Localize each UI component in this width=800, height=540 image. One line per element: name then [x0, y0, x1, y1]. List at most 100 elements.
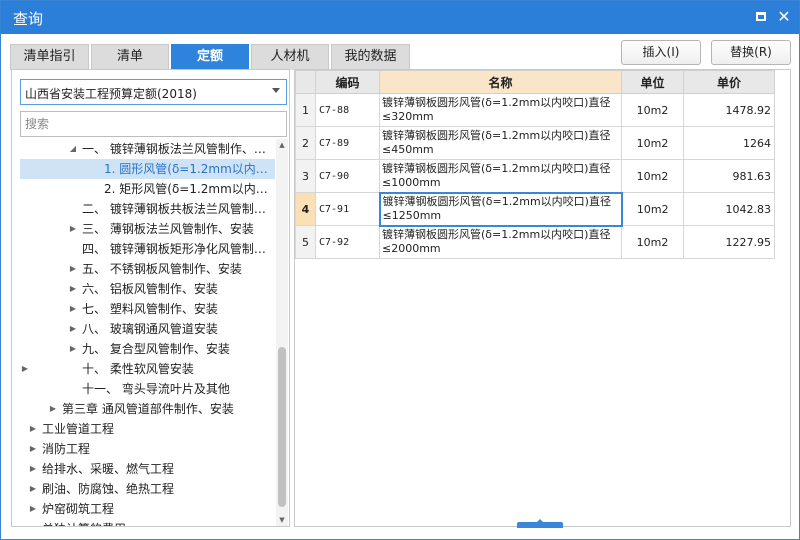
- expand-arrow-icon[interactable]: ▶: [28, 419, 38, 439]
- price-cell[interactable]: 1478.92: [683, 93, 775, 127]
- unit-column-header[interactable]: 单位: [621, 70, 684, 94]
- row-number-cell[interactable]: 1: [295, 93, 316, 127]
- price-cell[interactable]: 1227.95: [683, 225, 775, 259]
- table-row[interactable]: 2 C7-89 镀锌薄钢板圆形风管(δ=1.2mm以内咬口)直径≤450mm 10m2…: [295, 126, 775, 160]
- tree-item[interactable]: ▶ 九、 复合型风管制作、安装: [20, 339, 275, 359]
- tree-item[interactable]: 四、 镀锌薄钢板矩形净化风管制…: [20, 239, 275, 259]
- name-column-header[interactable]: 名称: [379, 70, 622, 94]
- row-number-cell[interactable]: 2: [295, 126, 316, 160]
- maximize-button[interactable]: [753, 9, 769, 25]
- tree-item[interactable]: ▶ 第三章 通风管道部件制作、安装: [20, 399, 275, 419]
- tab-list[interactable]: 清单: [91, 44, 169, 70]
- expand-arrow-icon[interactable]: ▶: [68, 339, 78, 359]
- tab-quota[interactable]: 定额: [171, 44, 249, 70]
- unit-cell[interactable]: 10m2: [621, 192, 684, 226]
- tab-labor-material-machine[interactable]: 人材机: [251, 44, 329, 70]
- tree-item[interactable]: ▶ 工业管道工程: [20, 419, 275, 439]
- quota-table: 编码 名称 单位 单价 1 C7-88 镀锌薄钢板圆形风管(δ=1.2mm以内咬口)…: [295, 70, 775, 259]
- code-cell[interactable]: C7-91: [315, 192, 380, 226]
- tree-item-label: 给排水、采暖、燃气工程: [42, 462, 175, 476]
- close-button[interactable]: ✕: [776, 9, 792, 25]
- tree-scrollbar[interactable]: ▲ ▼: [276, 139, 288, 526]
- code-cell[interactable]: C7-88: [315, 93, 380, 127]
- expand-arrow-icon[interactable]: ▶: [68, 219, 78, 239]
- collapse-arrow-icon[interactable]: ◢: [68, 139, 78, 159]
- tree-item[interactable]: 1. 圆形风管(δ=1.2mm以内…: [20, 159, 275, 179]
- tree-item-label: 六、 铝板风管制作、安装: [82, 282, 218, 296]
- chevron-up-icon: [536, 519, 544, 523]
- tree-item[interactable]: 单独计算的费用: [20, 519, 275, 526]
- scrollbar-thumb[interactable]: [278, 347, 286, 507]
- table-row[interactable]: 3 C7-90 镀锌薄钢板圆形风管(δ=1.2mm以内咬口)直径≤1000mm 10m…: [295, 159, 775, 193]
- expand-arrow-icon[interactable]: ▶: [68, 279, 78, 299]
- tree-item[interactable]: ▶ 五、 不锈钢板风管制作、安装: [20, 259, 275, 279]
- unit-cell[interactable]: 10m2: [621, 93, 684, 127]
- code-column-header[interactable]: 编码: [315, 70, 380, 94]
- tab-my-data[interactable]: 我的数据: [331, 44, 410, 70]
- unit-cell[interactable]: 10m2: [621, 225, 684, 259]
- tree-item[interactable]: ▶ 十、 柔性软风管安装: [20, 359, 275, 379]
- tree-item[interactable]: ◢ 一、 镀锌薄钢板法兰风管制作、…: [20, 139, 275, 159]
- search-input[interactable]: [20, 111, 287, 137]
- scroll-down-icon[interactable]: ▼: [276, 514, 288, 526]
- name-cell[interactable]: 镀锌薄钢板圆形风管(δ=1.2mm以内咬口)直径≤1250mm: [378, 191, 623, 227]
- tree-item[interactable]: ▶ 七、 塑料风管制作、安装: [20, 299, 275, 319]
- price-column-header[interactable]: 单价: [683, 70, 775, 94]
- expand-arrow-icon[interactable]: ▶: [68, 259, 78, 279]
- price-cell[interactable]: 1264: [683, 126, 775, 160]
- tree-item[interactable]: ▶ 消防工程: [20, 439, 275, 459]
- insert-button[interactable]: 插入(I): [621, 40, 701, 65]
- table-row[interactable]: 4 C7-91 镀锌薄钢板圆形风管(δ=1.2mm以内咬口)直径≤1250mm 10m…: [295, 191, 775, 227]
- tree-item-label: 第三章 通风管道部件制作、安装: [62, 402, 234, 416]
- quota-library-select[interactable]: 山西省安装工程预算定额(2018): [20, 79, 287, 105]
- chevron-down-icon: [272, 88, 280, 93]
- tree-item-label: 一、 镀锌薄钢板法兰风管制作、…: [82, 142, 266, 156]
- tree-item[interactable]: ▶ 八、 玻璃钢通风管道安装: [20, 319, 275, 339]
- row-number-cell[interactable]: 5: [295, 225, 316, 259]
- name-cell[interactable]: 镀锌薄钢板圆形风管(δ=1.2mm以内咬口)直径≤2000mm: [379, 225, 622, 259]
- table-header-row: 编码 名称 单位 单价: [295, 70, 775, 94]
- tree-item[interactable]: 二、 镀锌薄钢板共板法兰风管制…: [20, 199, 275, 219]
- unit-cell[interactable]: 10m2: [621, 159, 684, 193]
- table-row[interactable]: 1 C7-88 镀锌薄钢板圆形风管(δ=1.2mm以内咬口)直径≤320mm 10m2…: [295, 93, 775, 127]
- panel-collapse-handle[interactable]: [517, 519, 563, 528]
- code-cell[interactable]: C7-89: [315, 126, 380, 160]
- row-number-cell[interactable]: 3: [295, 159, 316, 193]
- replace-button[interactable]: 替换(R): [711, 40, 791, 65]
- tree-item-label: 工业管道工程: [42, 422, 115, 436]
- tree-item[interactable]: ▶ 给排水、采暖、燃气工程: [20, 459, 275, 479]
- expand-arrow-icon[interactable]: ▶: [28, 439, 38, 459]
- name-cell[interactable]: 镀锌薄钢板圆形风管(δ=1.2mm以内咬口)直径≤450mm: [379, 126, 622, 160]
- tree-item[interactable]: ▶ 三、 薄钢板法兰风管制作、安装: [20, 219, 275, 239]
- price-cell[interactable]: 981.63: [683, 159, 775, 193]
- tree-item-label: 消防工程: [42, 442, 91, 456]
- expand-arrow-icon[interactable]: ▶: [48, 399, 58, 419]
- tree-item-label: 四、 镀锌薄钢板矩形净化风管制…: [82, 242, 266, 256]
- expand-arrow-icon[interactable]: ▶: [28, 479, 38, 499]
- tree-item-label: 七、 塑料风管制作、安装: [82, 302, 218, 316]
- tree-item[interactable]: ▶ 炉窑砌筑工程: [20, 499, 275, 519]
- tab-list-guide[interactable]: 清单指引: [10, 44, 89, 70]
- tree-item[interactable]: ▶ 刷油、防腐蚀、绝热工程: [20, 479, 275, 499]
- row-number-cell[interactable]: 4: [295, 192, 316, 226]
- tree-item-label: 三、 薄钢板法兰风管制作、安装: [82, 222, 254, 236]
- tree-item[interactable]: 2. 矩形风管(δ=1.2mm以内…: [20, 179, 275, 199]
- scroll-up-icon[interactable]: ▲: [276, 139, 288, 151]
- expand-arrow-icon[interactable]: ▶: [20, 359, 30, 379]
- unit-cell[interactable]: 10m2: [621, 126, 684, 160]
- tree-item-label: 十、 柔性软风管安装: [82, 362, 194, 376]
- expand-arrow-icon[interactable]: ▶: [28, 459, 38, 479]
- quota-grid-panel: 编码 名称 单位 单价 1 C7-88 镀锌薄钢板圆形风管(δ=1.2mm以内咬口)…: [294, 69, 791, 528]
- table-row[interactable]: 5 C7-92 镀锌薄钢板圆形风管(δ=1.2mm以内咬口)直径≤2000mm 10m…: [295, 225, 775, 259]
- code-cell[interactable]: C7-92: [315, 225, 380, 259]
- tree-item-label: 八、 玻璃钢通风管道安装: [82, 322, 218, 336]
- code-cell[interactable]: C7-90: [315, 159, 380, 193]
- price-cell[interactable]: 1042.83: [683, 192, 775, 226]
- name-cell[interactable]: 镀锌薄钢板圆形风管(δ=1.2mm以内咬口)直径≤1000mm: [379, 159, 622, 193]
- expand-arrow-icon[interactable]: ▶: [28, 499, 38, 519]
- tree-item[interactable]: ▶ 六、 铝板风管制作、安装: [20, 279, 275, 299]
- expand-arrow-icon[interactable]: ▶: [68, 299, 78, 319]
- expand-arrow-icon[interactable]: ▶: [68, 319, 78, 339]
- name-cell[interactable]: 镀锌薄钢板圆形风管(δ=1.2mm以内咬口)直径≤320mm: [379, 93, 622, 127]
- tree-item[interactable]: 十一、 弯头导流叶片及其他: [20, 379, 275, 399]
